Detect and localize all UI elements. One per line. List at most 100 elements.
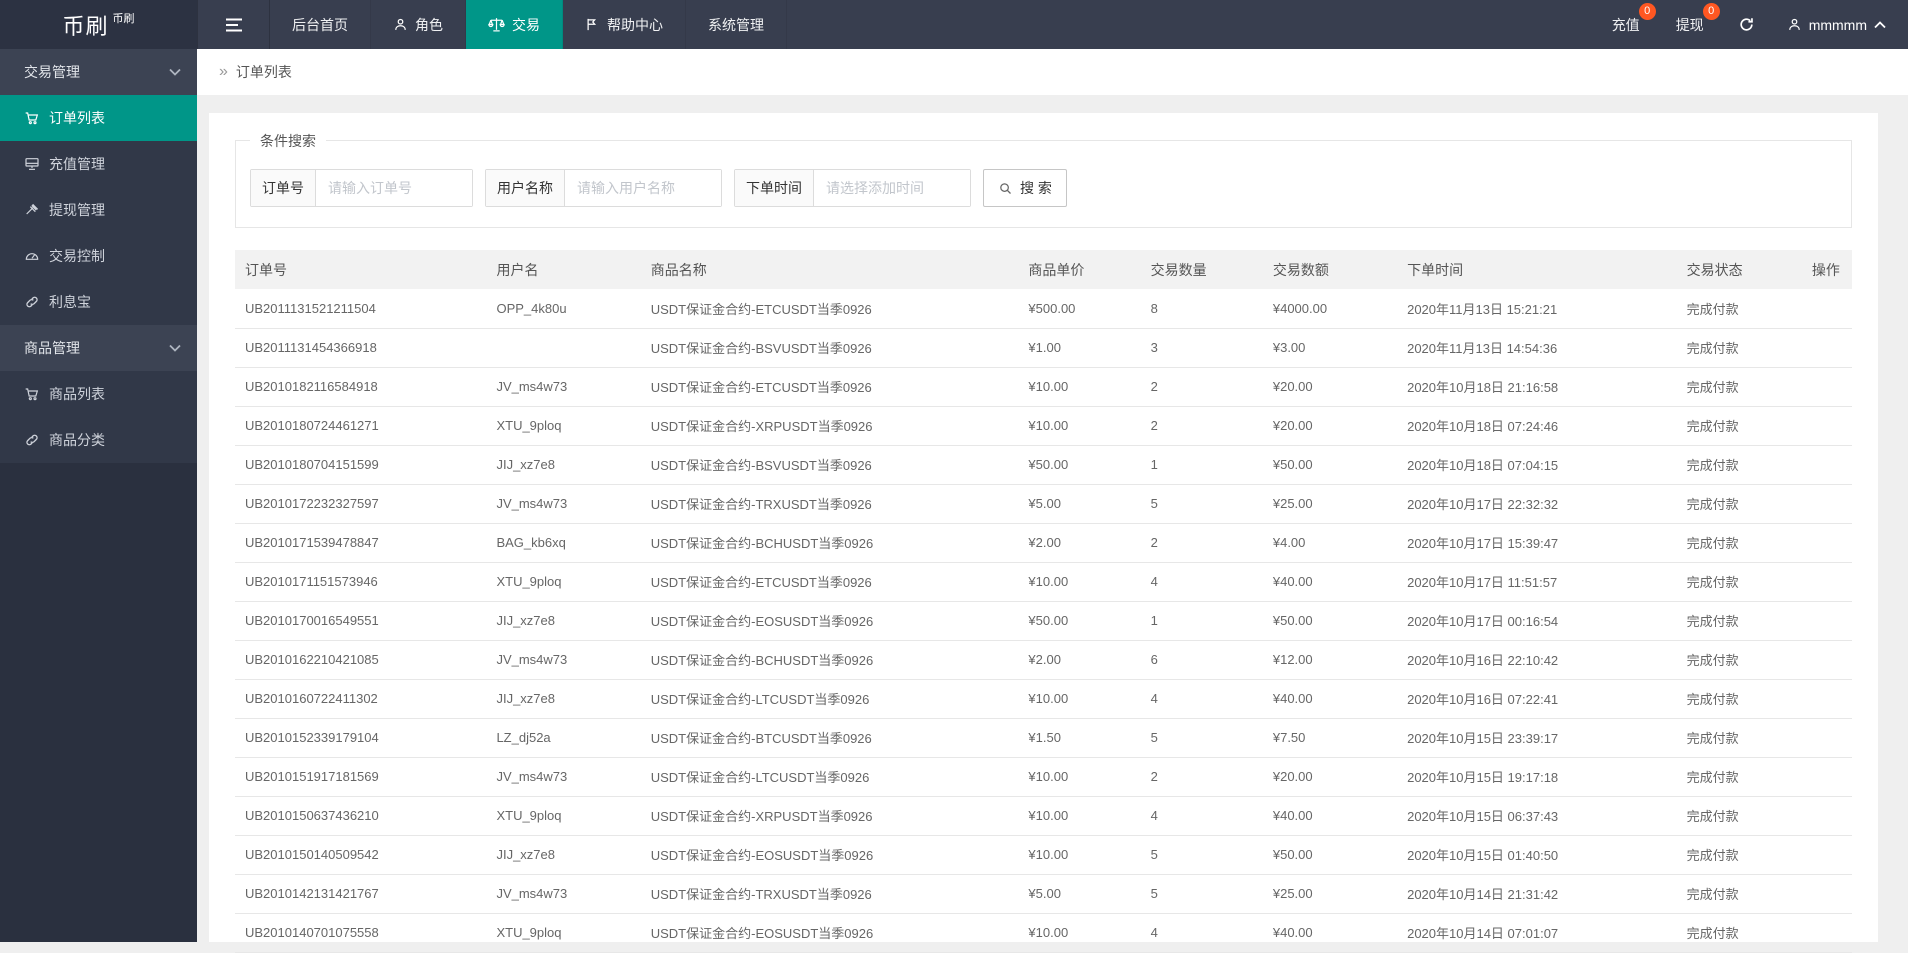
withdraw-button[interactable]: 提现 0	[1658, 0, 1722, 49]
withdraw-badge: 0	[1703, 3, 1720, 20]
table-cell: XTU_9ploq	[486, 562, 640, 601]
table-cell: ¥40.00	[1263, 679, 1397, 718]
table-header-cell: 交易数量	[1141, 250, 1263, 289]
table-cell: ¥3.00	[1263, 328, 1397, 367]
content-area: 条件搜索 订单号 用户名称 下单时间	[197, 95, 1908, 942]
table-cell: UB2010150140509542	[235, 835, 486, 874]
table-row: UB2010180704151599JIJ_xz7e8USDT保证金合约-BSV…	[235, 445, 1852, 484]
chevron-up-icon	[1874, 21, 1886, 29]
table-cell: UB2011131521211504	[235, 289, 486, 328]
user-menu[interactable]: mmmmm	[1771, 0, 1908, 49]
table-cell	[1802, 913, 1852, 952]
flag-icon	[585, 17, 600, 32]
sidebar-group-trade-management[interactable]: 交易管理	[0, 49, 197, 95]
nav-item-trade[interactable]: 交易	[466, 0, 563, 49]
table-cell: USDT保证金合约-LTCUSDT当季0926	[641, 679, 1019, 718]
logo-text: 币刷	[62, 9, 108, 41]
app-logo: 币刷 币刷	[0, 0, 197, 49]
nav-item-dashboard[interactable]: 后台首页	[270, 0, 371, 49]
table-row: UB2011131454366918 USDT保证金合约-BSVUSDT当季092…	[235, 328, 1852, 367]
table-cell: UB2010162210421085	[235, 640, 486, 679]
table-cell: UB2010180704151599	[235, 445, 486, 484]
table-cell: USDT保证金合约-TRXUSDT当季0926	[641, 874, 1019, 913]
table-cell: ¥10.00	[1018, 367, 1140, 406]
table-cell: 完成付款	[1677, 796, 1802, 835]
order-no-input[interactable]	[316, 170, 472, 206]
sidebar-item-product-category[interactable]: 商品分类	[0, 417, 197, 463]
table-header-cell: 用户名	[486, 250, 640, 289]
table-cell	[1802, 328, 1852, 367]
table-cell: ¥10.00	[1018, 562, 1140, 601]
table-cell: USDT保证金合约-XRPUSDT当季0926	[641, 796, 1019, 835]
order-time-group: 下单时间	[734, 169, 971, 207]
table-cell: USDT保证金合约-XRPUSDT当季0926	[641, 406, 1019, 445]
sidebar-item-label: 利息宝	[49, 292, 91, 312]
table-header-cell: 交易数额	[1263, 250, 1397, 289]
table-cell: ¥40.00	[1263, 913, 1397, 952]
table-cell: 完成付款	[1677, 874, 1802, 913]
table-cell: 1	[1141, 601, 1263, 640]
table-cell: 2020年10月17日 22:32:32	[1397, 484, 1677, 523]
gavel-icon	[24, 202, 40, 218]
sidebar-item-trade-control[interactable]: 交易控制	[0, 233, 197, 279]
table-cell: 5	[1141, 484, 1263, 523]
search-button[interactable]: 搜 索	[983, 169, 1067, 207]
table-cell: 完成付款	[1677, 289, 1802, 328]
table-cell: ¥10.00	[1018, 796, 1140, 835]
nav-item-system[interactable]: 系统管理	[686, 0, 787, 49]
table-row: UB2010162210421085JV_ms4w73USDT保证金合约-BCH…	[235, 640, 1852, 679]
table-cell: ¥50.00	[1263, 445, 1397, 484]
table-cell	[1802, 484, 1852, 523]
sidebar-item-recharge-management[interactable]: 充值管理	[0, 141, 197, 187]
recharge-button[interactable]: 充值 0	[1594, 0, 1658, 49]
table-cell: USDT保证金合约-BCHUSDT当季0926	[641, 640, 1019, 679]
table-cell: USDT保证金合约-EOSUSDT当季0926	[641, 835, 1019, 874]
table-cell: ¥5.00	[1018, 484, 1140, 523]
table-cell: USDT保证金合约-BSVUSDT当季0926	[641, 328, 1019, 367]
table-cell: UB2010151917181569	[235, 757, 486, 796]
table-cell: BAG_kb6xq	[486, 523, 640, 562]
table-cell: ¥4.00	[1263, 523, 1397, 562]
username-input[interactable]	[565, 170, 721, 206]
order-time-input[interactable]	[814, 170, 970, 206]
table-cell: ¥5.00	[1018, 874, 1140, 913]
table-cell: USDT保证金合约-ETCUSDT当季0926	[641, 289, 1019, 328]
nav-item-label: 系统管理	[708, 15, 764, 35]
table-cell: 2020年10月18日 07:04:15	[1397, 445, 1677, 484]
scales-icon	[488, 16, 505, 33]
table-cell: 4	[1141, 913, 1263, 952]
sidebar-item-order-list[interactable]: 订单列表	[0, 95, 197, 141]
table-cell: 4	[1141, 562, 1263, 601]
table-row: UB2010172232327597JV_ms4w73USDT保证金合约-TRX…	[235, 484, 1852, 523]
nav-item-roles[interactable]: 角色	[371, 0, 466, 49]
table-cell: ¥10.00	[1018, 835, 1140, 874]
table-body: UB2011131521211504OPP_4k80uUSDT保证金合约-ETC…	[235, 289, 1852, 952]
withdraw-label: 提现	[1676, 15, 1704, 35]
sidebar-item-product-list[interactable]: 商品列表	[0, 371, 197, 417]
nav-item-help-center[interactable]: 帮助中心	[563, 0, 686, 49]
table-cell	[1802, 796, 1852, 835]
refresh-button[interactable]	[1722, 0, 1771, 49]
table-cell: UB2010150637436210	[235, 796, 486, 835]
sidebar-toggle-button[interactable]	[197, 0, 270, 49]
search-icon	[998, 181, 1013, 196]
table-header-cell: 下单时间	[1397, 250, 1677, 289]
table-cell: 5	[1141, 874, 1263, 913]
table-cell	[1802, 874, 1852, 913]
table-cell: 6	[1141, 640, 1263, 679]
table-cell: ¥10.00	[1018, 757, 1140, 796]
sidebar-item-withdraw-management[interactable]: 提现管理	[0, 187, 197, 233]
table-cell	[1802, 367, 1852, 406]
table-cell: UB2010160722411302	[235, 679, 486, 718]
table-cell: UB2011131454366918	[235, 328, 486, 367]
table-cell: 完成付款	[1677, 679, 1802, 718]
table-cell: 2020年10月16日 22:10:42	[1397, 640, 1677, 679]
table-cell	[1802, 406, 1852, 445]
username-group: 用户名称	[485, 169, 722, 207]
sidebar-item-interest-treasure[interactable]: 利息宝	[0, 279, 197, 325]
sidebar-group-product-management[interactable]: 商品管理	[0, 325, 197, 371]
table-cell: ¥25.00	[1263, 484, 1397, 523]
table-cell: ¥10.00	[1018, 406, 1140, 445]
table-row: UB2010182116584918JV_ms4w73USDT保证金合约-ETC…	[235, 367, 1852, 406]
table-row: UB2010171539478847BAG_kb6xqUSDT保证金合约-BCH…	[235, 523, 1852, 562]
